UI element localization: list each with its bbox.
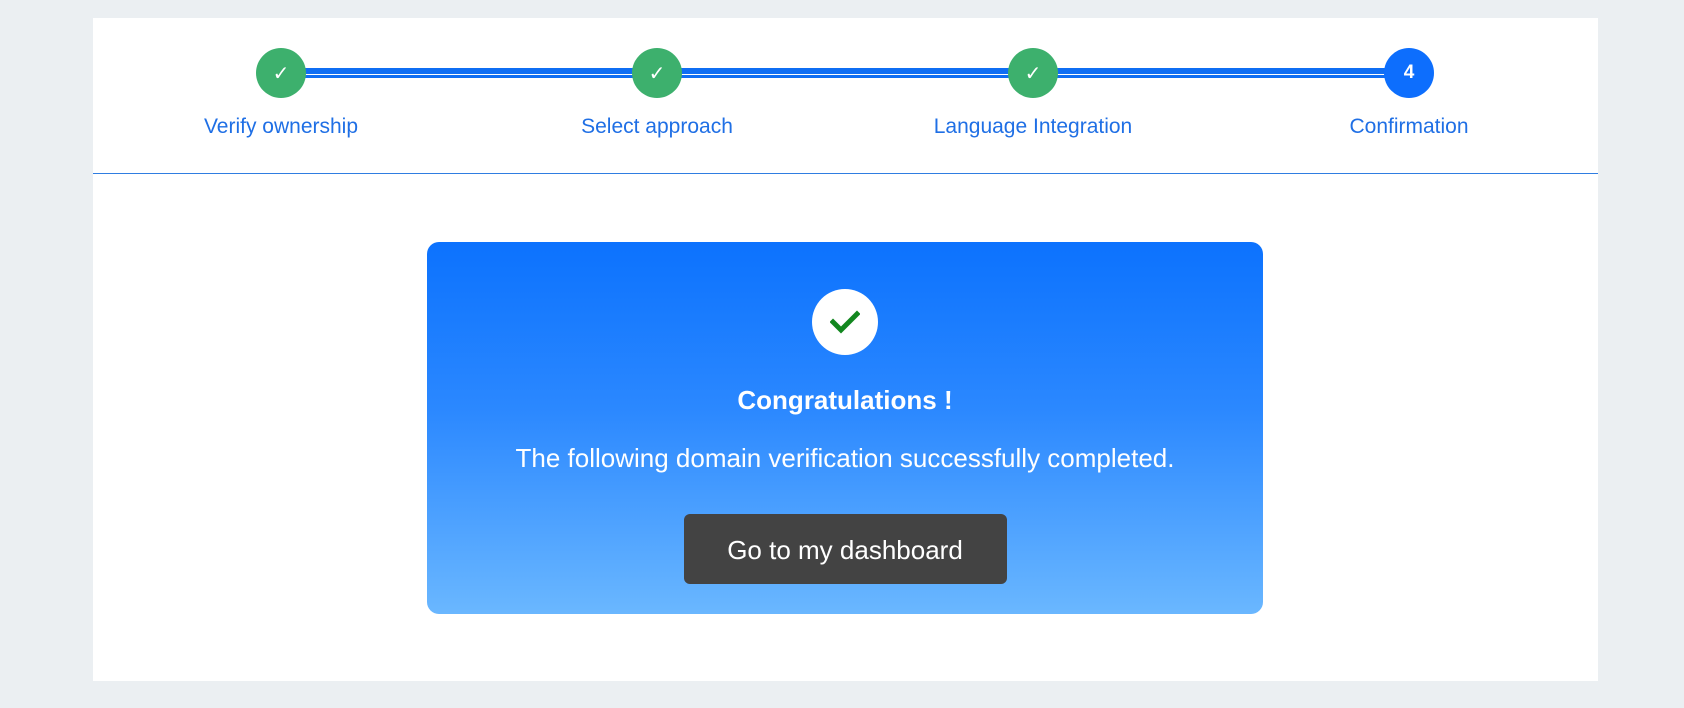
go-to-dashboard-button[interactable]: Go to my dashboard bbox=[683, 514, 1007, 584]
step-4-label: Confirmation bbox=[1349, 115, 1469, 138]
step-select-approach[interactable]: ✓ Select approach bbox=[507, 48, 807, 139]
wizard-panel: ✓ Verify ownership ✓ Select approach ✓ L… bbox=[93, 18, 1598, 681]
progress-stepper: ✓ Verify ownership ✓ Select approach ✓ L… bbox=[93, 18, 1598, 174]
step-4-number: 4 bbox=[1384, 48, 1434, 98]
verification-message: The following domain verification succes… bbox=[515, 443, 1175, 473]
progress-track bbox=[281, 68, 1409, 78]
success-badge bbox=[812, 289, 878, 355]
step-1-check-icon: ✓ bbox=[256, 48, 306, 98]
confirmation-card: Congratulations ! The following domain v… bbox=[427, 242, 1263, 614]
step-3-label: Language Integration bbox=[933, 115, 1133, 138]
step-2-check-icon: ✓ bbox=[632, 48, 682, 98]
step-confirmation[interactable]: 4 Confirmation bbox=[1259, 48, 1559, 139]
step-language-integration[interactable]: ✓ Language Integration bbox=[883, 48, 1183, 139]
congratulations-title: Congratulations ! bbox=[737, 385, 953, 415]
step-2-label: Select approach bbox=[581, 115, 733, 138]
check-icon bbox=[830, 310, 860, 334]
step-1-label: Verify ownership bbox=[203, 115, 359, 138]
step-verify-ownership[interactable]: ✓ Verify ownership bbox=[131, 48, 431, 139]
step-3-check-icon: ✓ bbox=[1008, 48, 1058, 98]
